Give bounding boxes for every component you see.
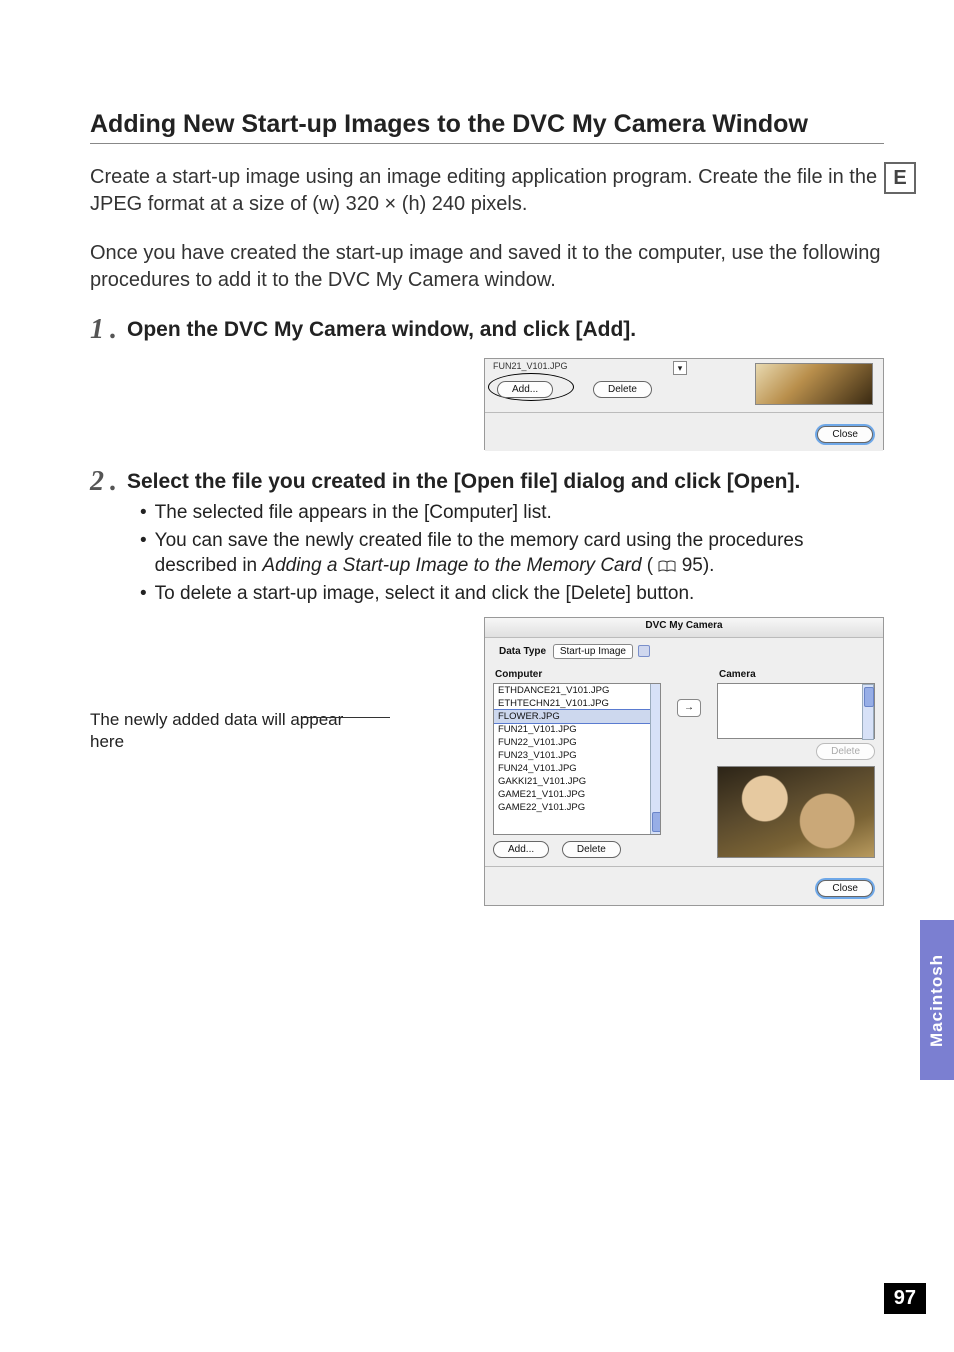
list-item[interactable]: ETHTECHN21_V101.JPG xyxy=(494,697,660,710)
list-item[interactable]: GAKKI21_V101.JPG xyxy=(494,775,660,788)
list-item[interactable]: FUN24_V101.JPG xyxy=(494,762,660,775)
book-icon xyxy=(658,554,676,566)
delete-button-ghost: Delete xyxy=(816,743,875,760)
bullet-icon: • xyxy=(140,500,147,526)
preview-image xyxy=(717,766,875,858)
screenshot-dvc-my-camera: DVC My Camera Data Type Start-up Image C… xyxy=(484,617,884,906)
camera-column-label: Camera xyxy=(719,669,875,680)
divider xyxy=(485,866,883,867)
add-button[interactable]: Add... xyxy=(497,381,553,398)
step-1-text: Open the DVC My Camera window, and click… xyxy=(127,316,884,343)
language-badge: E xyxy=(884,162,916,194)
step-1: 1 . Open the DVC My Camera window, and c… xyxy=(90,316,884,344)
list-item[interactable]: FUN23_V101.JPG xyxy=(494,749,660,762)
data-type-row: Data Type Start-up Image xyxy=(499,644,875,659)
screenshot-bottom-area: Close xyxy=(485,413,883,451)
data-type-label: Data Type xyxy=(499,646,546,657)
annotation-leader-line xyxy=(302,717,390,718)
bullet-2: You can save the newly created file to t… xyxy=(155,528,884,579)
bullet-icon: • xyxy=(140,581,147,607)
list-item[interactable]: FLOWER.JPG xyxy=(494,710,660,723)
close-button-2[interactable]: Close xyxy=(817,880,873,897)
step-2: 2 . Select the file you created in the [… xyxy=(90,468,884,496)
step-1-dot: . xyxy=(110,316,117,344)
computer-listbox[interactable]: ETHDANCE21_V101.JPGETHTECHN21_V101.JPGFL… xyxy=(493,683,661,835)
screenshot-top-area: FUN21_V101.JPG ▾ Add... Delete xyxy=(485,359,883,413)
select-stepper-icon[interactable] xyxy=(638,645,650,657)
page-number: 97 xyxy=(884,1283,926,1314)
intro-paragraph-1: Create a start-up image using an image e… xyxy=(90,164,884,218)
bullet-icon: • xyxy=(140,528,147,554)
bullet-1: The selected file appears in the [Comput… xyxy=(155,500,884,526)
step-2-sublist: • The selected file appears in the [Comp… xyxy=(140,500,884,607)
add-button-2[interactable]: Add... xyxy=(493,841,549,858)
step-2-text: Select the file you created in the [Open… xyxy=(127,468,884,495)
list-item[interactable]: GAME21_V101.JPG xyxy=(494,788,660,801)
bullet-2-italic: Adding a Start-up Image to the Memory Ca… xyxy=(262,555,641,576)
step-2-number: 2 xyxy=(90,468,104,496)
camera-listbox[interactable] xyxy=(717,683,875,739)
side-tab-macintosh: Macintosh xyxy=(920,920,954,1080)
list-item[interactable]: GAME22_V101.JPG xyxy=(494,801,660,814)
scrollbar[interactable] xyxy=(862,684,874,740)
data-type-select[interactable]: Start-up Image xyxy=(553,644,633,659)
step-2-dot: . xyxy=(110,468,117,496)
dropdown-arrow-icon[interactable]: ▾ xyxy=(673,361,687,375)
annotation-column: The newly added data will appear here xyxy=(90,617,350,753)
bullet-2p: 95). xyxy=(676,555,714,576)
delete-button-2[interactable]: Delete xyxy=(562,841,621,858)
truncated-filename: FUN21_V101.JPG xyxy=(493,361,568,371)
intro-paragraph-2: Once you have created the start-up image… xyxy=(90,240,884,294)
list-item[interactable]: ETHDANCE21_V101.JPG xyxy=(494,684,660,697)
list-item[interactable]: FUN21_V101.JPG xyxy=(494,723,660,736)
section-heading: Adding New Start-up Images to the DVC My… xyxy=(90,110,884,144)
computer-column-label: Computer xyxy=(495,669,661,680)
bullet-2c: ( xyxy=(642,555,659,576)
list-item[interactable]: FUN22_V101.JPG xyxy=(494,736,660,749)
preview-thumbnail xyxy=(755,363,873,405)
transfer-arrow-button[interactable]: → xyxy=(677,699,701,717)
step-1-number: 1 xyxy=(90,316,104,344)
delete-button[interactable]: Delete xyxy=(593,381,652,398)
screenshot-add-dialog: FUN21_V101.JPG ▾ Add... Delete Close xyxy=(484,358,884,450)
window-title: DVC My Camera xyxy=(485,618,883,638)
scrollbar[interactable] xyxy=(650,684,660,834)
close-button[interactable]: Close xyxy=(817,426,873,443)
bullet-3: To delete a start-up image, select it an… xyxy=(155,581,884,607)
